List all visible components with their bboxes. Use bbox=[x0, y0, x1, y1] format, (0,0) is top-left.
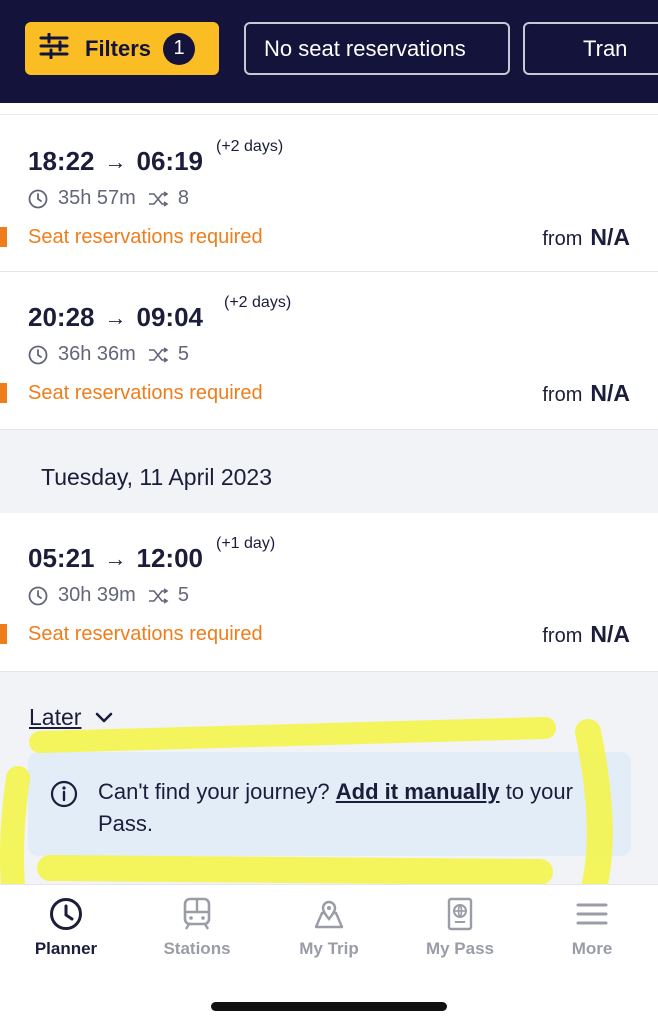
price-value: N/A bbox=[590, 224, 630, 250]
nav-label: My Trip bbox=[299, 939, 359, 958]
info-icon bbox=[50, 780, 78, 808]
arrow-right-icon: → bbox=[104, 545, 127, 571]
seat-reservation-status: Seat reservations required bbox=[28, 623, 263, 645]
journey-card[interactable]: 05:21 → 12:00 (+1 day) 30h 39m 5 Seat re… bbox=[0, 513, 658, 672]
filters-label: Filters bbox=[85, 35, 152, 61]
arrow-right-icon: → bbox=[104, 148, 127, 174]
info-message: Can't find your journey? Add it manually… bbox=[98, 776, 608, 840]
chevron-down-icon bbox=[96, 712, 113, 722]
journey-price: from N/A bbox=[542, 224, 630, 251]
later-label: Later bbox=[29, 704, 82, 730]
date-header: Tuesday, 11 April 2023 bbox=[0, 430, 658, 513]
passport-icon bbox=[447, 897, 473, 931]
price-value: N/A bbox=[590, 621, 630, 647]
warning-marker bbox=[0, 227, 7, 247]
filters-count-badge: 1 bbox=[163, 32, 196, 65]
clock-icon bbox=[50, 898, 82, 930]
clock-icon bbox=[28, 189, 48, 208]
price-prefix: from bbox=[542, 228, 583, 250]
seat-reservation-status: Seat reservations required bbox=[28, 382, 263, 404]
nav-label: More bbox=[571, 939, 613, 958]
train-icon bbox=[183, 897, 211, 930]
journey-times: 20:28 → 09:04 bbox=[28, 302, 203, 333]
price-value: N/A bbox=[590, 380, 630, 406]
arrival-time: 09:04 bbox=[136, 302, 204, 332]
journey-meta: 36h 36m 5 bbox=[28, 343, 189, 366]
info-text-before: Can't find your journey? bbox=[98, 779, 336, 804]
price-prefix: from bbox=[542, 625, 583, 647]
duration: 30h 39m bbox=[58, 584, 136, 606]
arrival-time: 12:00 bbox=[136, 543, 204, 573]
journey-price: from N/A bbox=[542, 621, 630, 648]
warning-marker bbox=[0, 383, 7, 403]
map-pin-icon bbox=[314, 900, 344, 929]
nav-more[interactable]: More bbox=[532, 897, 652, 959]
changes-count: 5 bbox=[177, 584, 189, 606]
arrow-right-icon: → bbox=[104, 304, 127, 330]
filters-button[interactable]: Filters 1 bbox=[25, 22, 219, 75]
chip-label: No seat reservations bbox=[264, 35, 466, 61]
departure-time: 20:28 bbox=[28, 302, 95, 332]
price-prefix: from bbox=[542, 384, 583, 406]
nav-label: My Pass bbox=[425, 939, 495, 958]
changes-count: 5 bbox=[177, 343, 189, 365]
nav-planner[interactable]: Planner bbox=[6, 897, 126, 959]
filter-bar: Filters 1 No seat reservations Tran bbox=[0, 0, 658, 103]
journey-price: from N/A bbox=[542, 380, 630, 407]
warning-marker bbox=[0, 624, 7, 644]
changes-icon bbox=[148, 587, 169, 604]
changes-icon bbox=[148, 190, 169, 207]
trains-chip[interactable]: Tran bbox=[523, 22, 658, 75]
seat-reservation-status: Seat reservations required bbox=[28, 226, 263, 248]
nav-label: Stations bbox=[163, 939, 231, 958]
journey-meta: 35h 57m 8 bbox=[28, 187, 189, 210]
changes-count: 8 bbox=[177, 187, 189, 209]
departure-time: 05:21 bbox=[28, 543, 95, 573]
journey-times: 18:22 → 06:19 bbox=[28, 146, 203, 177]
clock-icon bbox=[28, 586, 48, 605]
clock-icon bbox=[28, 345, 48, 364]
journey-meta: 30h 39m 5 bbox=[28, 584, 189, 607]
journey-card[interactable]: 18:22 → 06:19 (+2 days) 35h 57m 8 Seat r… bbox=[0, 116, 658, 272]
nav-stations[interactable]: Stations bbox=[137, 897, 257, 959]
later-button[interactable]: Later bbox=[29, 704, 113, 731]
journey-times: 05:21 → 12:00 bbox=[28, 543, 203, 574]
day-offset: (+2 days) bbox=[216, 138, 284, 155]
no-seat-reservations-chip[interactable]: No seat reservations bbox=[244, 22, 510, 75]
home-indicator[interactable] bbox=[211, 1002, 447, 1011]
duration: 35h 57m bbox=[58, 187, 136, 209]
nav-my-trip[interactable]: My Trip bbox=[269, 897, 389, 959]
departure-time: 18:22 bbox=[28, 146, 95, 176]
journey-card[interactable]: 20:28 → 09:04 (+2 days) 36h 36m 5 Seat r… bbox=[0, 272, 658, 430]
changes-icon bbox=[148, 346, 169, 363]
nav-my-pass[interactable]: My Pass bbox=[400, 897, 520, 959]
info-banner: Can't find your journey? Add it manually… bbox=[28, 752, 631, 856]
add-manually-link[interactable]: Add it manually bbox=[336, 779, 500, 804]
arrival-time: 06:19 bbox=[136, 146, 204, 176]
menu-icon bbox=[576, 903, 608, 925]
nav-label: Planner bbox=[34, 939, 98, 958]
chip-label: Tran bbox=[583, 35, 628, 61]
day-offset: (+1 day) bbox=[216, 535, 276, 552]
sliders-icon bbox=[39, 32, 69, 65]
duration: 36h 36m bbox=[58, 343, 136, 365]
list-top-edge bbox=[0, 103, 658, 115]
date-header-label: Tuesday, 11 April 2023 bbox=[41, 464, 272, 490]
day-offset: (+2 days) bbox=[224, 294, 292, 311]
